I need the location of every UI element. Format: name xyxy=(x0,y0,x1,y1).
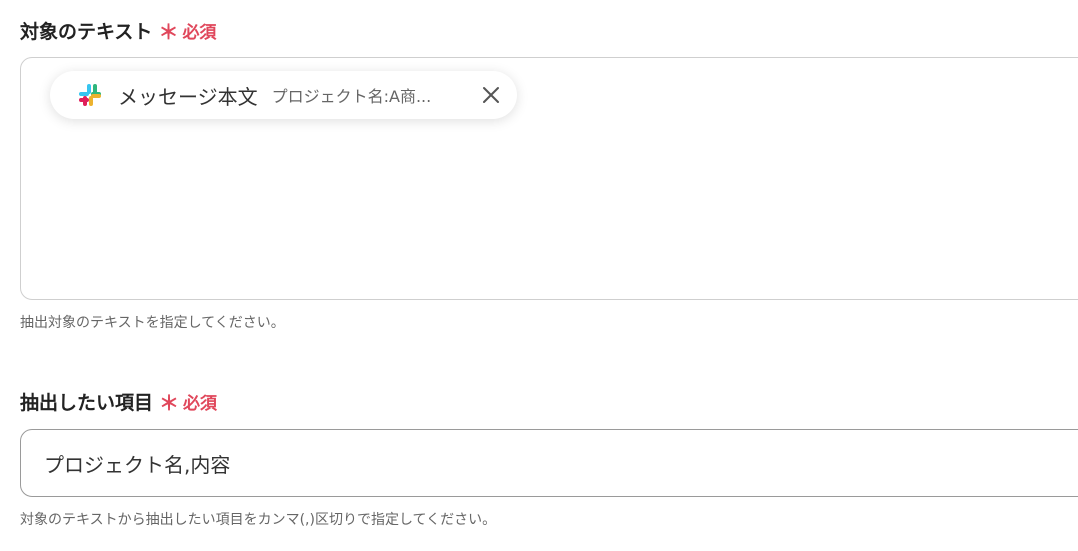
field-label-text: 対象のテキスト xyxy=(20,21,153,43)
required-badge: 必須 xyxy=(182,23,217,43)
help-text-extract: 対象のテキストから抽出したい項目をカンマ(,)区切りで指定してください。 xyxy=(20,512,497,528)
variable-chip[interactable]: メッセージ本文 プロジェクト名:A商... xyxy=(50,71,517,119)
chip-title: メッセージ本文 xyxy=(118,84,258,109)
chip-preview: プロジェクト名:A商... xyxy=(271,87,432,106)
field-label-extract-items: 抽出したい項目 ＊ 必須 xyxy=(20,387,217,416)
close-icon[interactable] xyxy=(481,85,501,105)
help-text-target: 抽出対象のテキストを指定してください。 xyxy=(20,315,285,331)
required-asterisk: ＊ xyxy=(159,391,180,415)
field-label-target-text: 対象のテキスト ＊ 必須 xyxy=(20,16,216,45)
slack-icon xyxy=(78,83,102,107)
required-badge: 必須 xyxy=(183,394,218,414)
extract-items-input[interactable]: プロジェクト名,内容 xyxy=(20,429,1078,497)
required-asterisk: ＊ xyxy=(158,20,179,44)
field-label-text: 抽出したい項目 xyxy=(20,392,154,414)
